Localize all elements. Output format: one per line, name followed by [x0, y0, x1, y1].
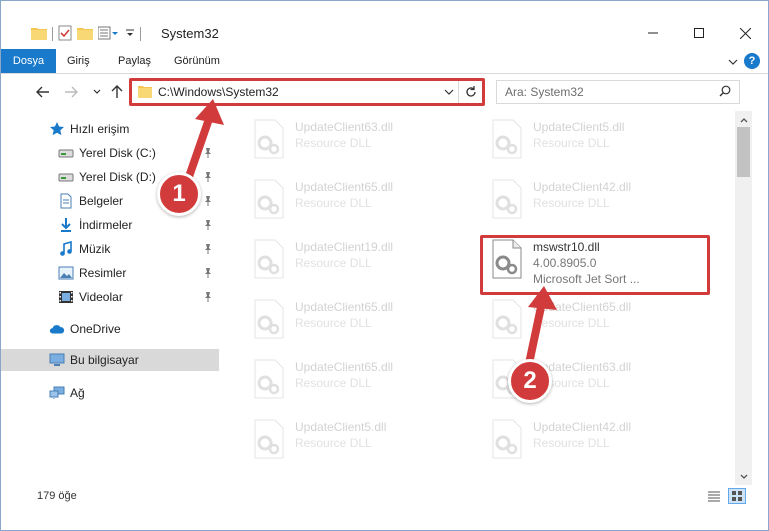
- annotation-badge-1: 1: [157, 172, 201, 216]
- annotation-arrows: [180, 99, 557, 377]
- annotation-arrowhead-2: [528, 286, 557, 310]
- annotation-badge-2: 2: [508, 359, 552, 403]
- explorer-window: System32 Dosya Giriş Paylaş Görünüm ? C:…: [0, 0, 769, 531]
- annotation-arrowhead-1: [195, 99, 224, 125]
